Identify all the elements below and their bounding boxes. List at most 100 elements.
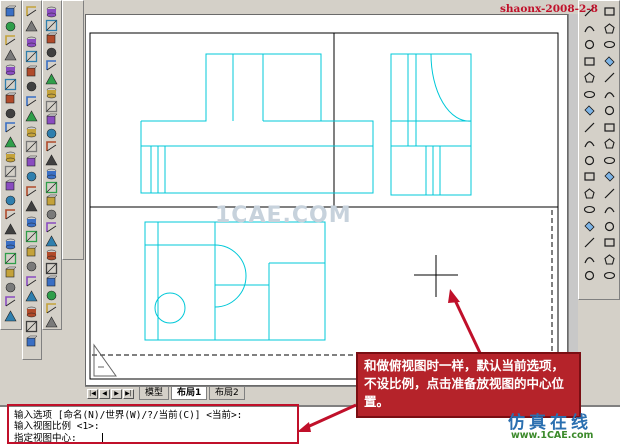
- front-view-icon[interactable]: [24, 4, 39, 19]
- author-watermark: shaonx-2008-2-8: [500, 3, 598, 15]
- setup-view-icon[interactable]: [24, 319, 39, 334]
- apply-ucs-icon[interactable]: [3, 164, 18, 179]
- drawing-area[interactable]: [85, 14, 568, 386]
- table-icon[interactable]: [582, 268, 597, 283]
- bottom-view-icon[interactable]: [24, 34, 39, 49]
- tab-layout1[interactable]: 布局1: [171, 387, 208, 400]
- move-icon[interactable]: [602, 103, 617, 118]
- zaxis-ucs-icon[interactable]: [3, 91, 18, 106]
- x-rotate-ucs-icon[interactable]: [3, 120, 18, 135]
- z-rotate-ucs-icon[interactable]: [3, 149, 18, 164]
- slice-icon[interactable]: [24, 259, 39, 274]
- section-icon[interactable]: [24, 274, 39, 289]
- ne-iso-icon[interactable]: [24, 109, 39, 124]
- next-tab-button[interactable]: ▶: [111, 389, 122, 399]
- right-view-icon[interactable]: [24, 64, 39, 79]
- left-view-icon[interactable]: [24, 49, 39, 64]
- point-icon[interactable]: [582, 219, 597, 234]
- revcloud-icon[interactable]: [582, 120, 597, 135]
- tab-model[interactable]: 模型: [139, 387, 170, 400]
- sw-iso-icon[interactable]: [24, 79, 39, 94]
- stretch-icon[interactable]: [602, 153, 617, 168]
- spline-icon[interactable]: [582, 136, 597, 151]
- erase-icon[interactable]: [602, 21, 617, 36]
- polyline-icon[interactable]: [582, 37, 597, 52]
- multiline-text-icon[interactable]: [602, 4, 617, 19]
- origin-ucs-icon[interactable]: [3, 77, 18, 92]
- extrude-icon[interactable]: [24, 229, 39, 244]
- rectangle-icon[interactable]: [582, 70, 597, 85]
- named-ucs-icon[interactable]: [3, 178, 18, 193]
- text-cursor: [102, 433, 103, 444]
- setup-icon[interactable]: [3, 251, 18, 266]
- interfere-icon[interactable]: [3, 309, 18, 324]
- command-history-line-1: 输入选项 [命名(N)/世界(W)/?/当前(C)] <当前>:: [14, 410, 243, 421]
- vertical-scrollbar[interactable]: [568, 14, 578, 386]
- world-ucs-icon[interactable]: [3, 19, 18, 34]
- mirror-icon[interactable]: [602, 54, 617, 69]
- paper-space-ucs-icon: [93, 343, 117, 377]
- rotate-icon[interactable]: [602, 120, 617, 135]
- sphere-icon[interactable]: [24, 184, 39, 199]
- setup-drawing-icon[interactable]: [24, 304, 39, 319]
- command-history-line-2: 输入视图比例 <1>:: [14, 421, 100, 432]
- arc-icon[interactable]: [582, 87, 597, 102]
- site-logo-url: www.1CAE.com: [511, 430, 594, 441]
- layout-icon[interactable]: [3, 222, 18, 237]
- command-prompt[interactable]: 指定视图中心:: [14, 433, 77, 444]
- chamfer-icon[interactable]: [602, 235, 617, 250]
- drawing-icon[interactable]: [3, 280, 18, 295]
- make-block-icon[interactable]: [582, 202, 597, 217]
- top-view-icon[interactable]: [24, 19, 39, 34]
- ucs-icon[interactable]: [3, 4, 18, 19]
- array-icon[interactable]: [602, 87, 617, 102]
- ucs-ii-icon[interactable]: [3, 207, 18, 222]
- printable-margin: [92, 209, 553, 356]
- first-tab-button[interactable]: |◀: [87, 389, 98, 399]
- cone-icon[interactable]: [24, 169, 39, 184]
- callout-text: 和做俯视图时一样，默认当前选项，不设比例，点击准备放视图的中心位置。: [364, 358, 565, 409]
- interference-icon[interactable]: [24, 289, 39, 304]
- solids-editing-toolbar: [62, 0, 84, 260]
- fillet-icon[interactable]: [602, 252, 617, 267]
- scale-icon[interactable]: [602, 136, 617, 151]
- se-iso-icon[interactable]: [24, 94, 39, 109]
- extend-icon[interactable]: [602, 186, 617, 201]
- trim-icon[interactable]: [602, 169, 617, 184]
- y-rotate-ucs-icon[interactable]: [3, 135, 18, 150]
- face-ucs-icon[interactable]: [3, 48, 18, 63]
- check-icon[interactable]: [44, 315, 59, 330]
- solid-icon[interactable]: [3, 294, 18, 309]
- circle-icon[interactable]: [582, 103, 597, 118]
- front-view: [140, 53, 374, 194]
- ellipse-arc-icon[interactable]: [582, 169, 597, 184]
- explode-icon[interactable]: [602, 268, 617, 283]
- prev-ucs-icon[interactable]: [3, 193, 18, 208]
- revolve-icon[interactable]: [24, 244, 39, 259]
- hatch-icon[interactable]: [582, 235, 597, 250]
- polygon-icon[interactable]: [582, 54, 597, 69]
- object-ucs-icon[interactable]: [3, 33, 18, 48]
- region-icon[interactable]: [582, 252, 597, 267]
- insert-block-icon[interactable]: [582, 186, 597, 201]
- copy-icon[interactable]: [602, 37, 617, 52]
- torus-icon[interactable]: [24, 214, 39, 229]
- wedge-icon[interactable]: [24, 154, 39, 169]
- last-tab-button[interactable]: ▶|: [123, 389, 134, 399]
- 3point-ucs-icon[interactable]: [3, 106, 18, 121]
- offset-icon[interactable]: [602, 70, 617, 85]
- crosshair-cursor: [414, 255, 458, 297]
- prev-tab-button[interactable]: ◀: [99, 389, 110, 399]
- ellipse-icon[interactable]: [582, 153, 597, 168]
- setup-profile-icon[interactable]: [24, 334, 39, 349]
- nw-iso-icon[interactable]: [24, 124, 39, 139]
- box-icon[interactable]: [24, 139, 39, 154]
- view-icon[interactable]: [3, 236, 18, 251]
- join-icon[interactable]: [602, 219, 617, 234]
- construction-line-icon[interactable]: [582, 21, 597, 36]
- break-icon[interactable]: [602, 202, 617, 217]
- cylinder-icon[interactable]: [24, 199, 39, 214]
- view-ucs-icon[interactable]: [3, 62, 18, 77]
- profile-icon[interactable]: [3, 265, 18, 280]
- tab-layout2[interactable]: 布局2: [209, 387, 245, 400]
